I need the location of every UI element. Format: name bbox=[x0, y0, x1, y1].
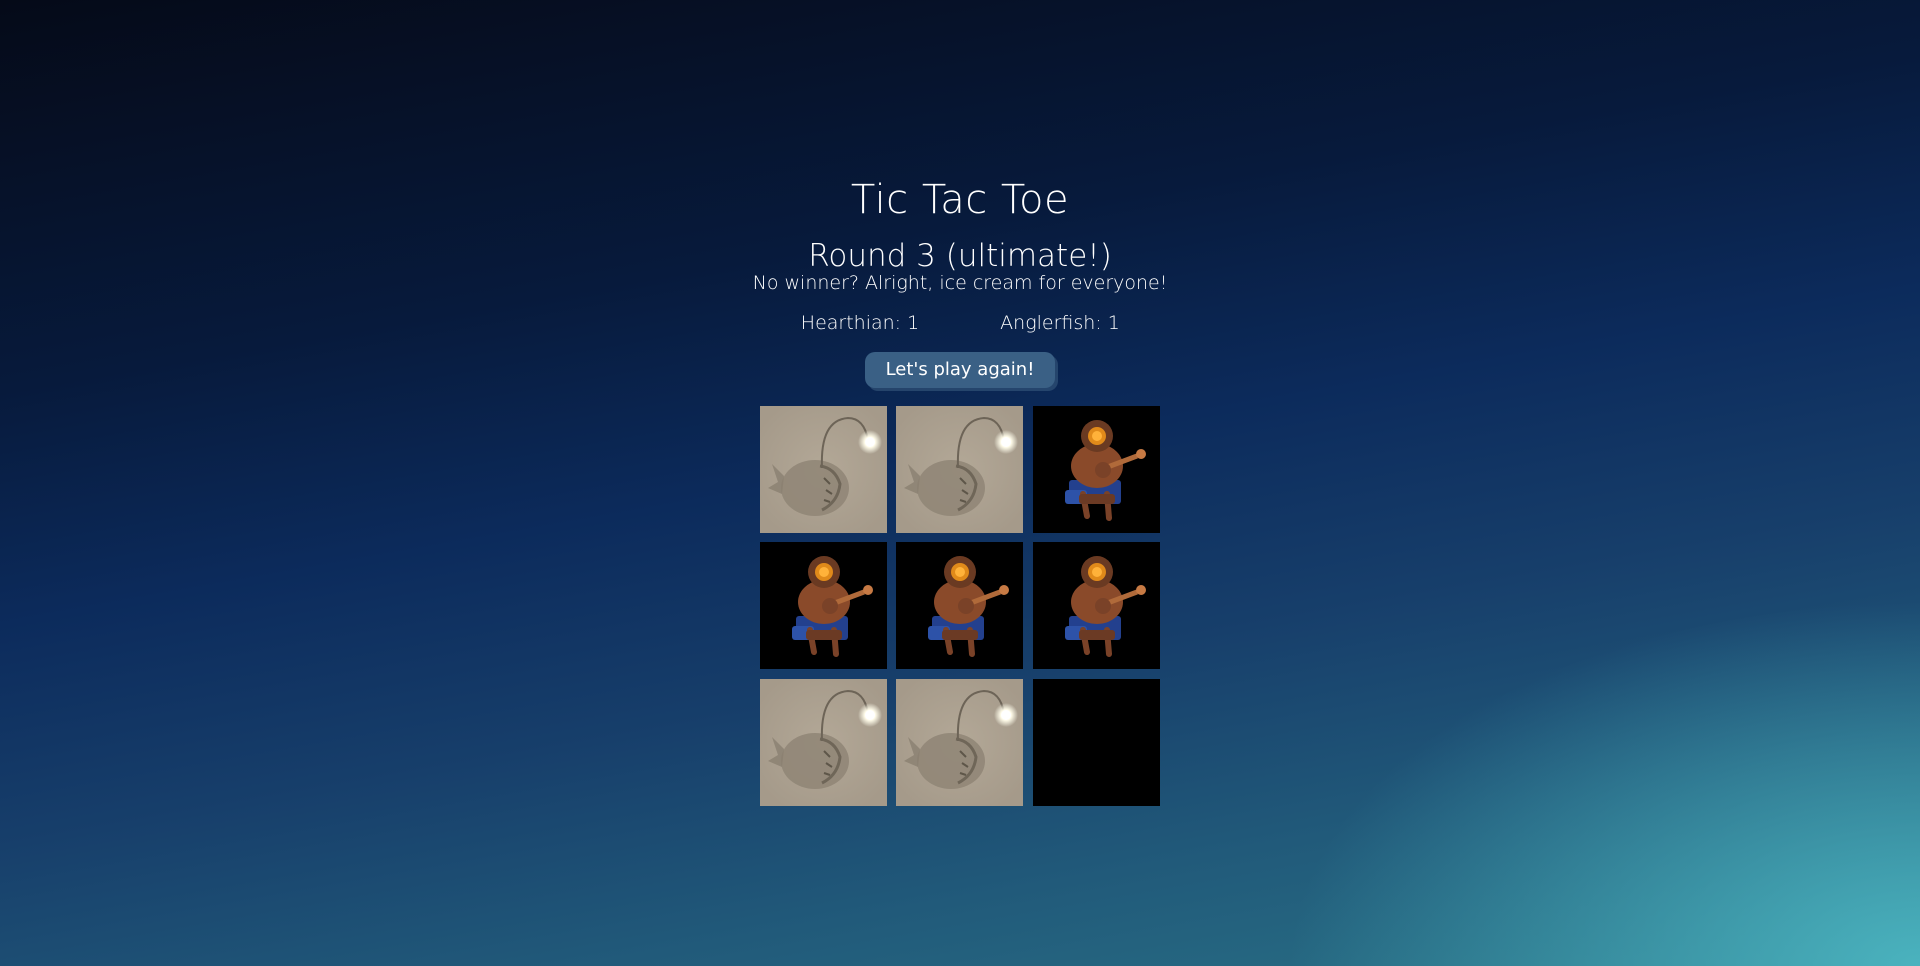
board-cell-2[interactable] bbox=[896, 406, 1023, 533]
status-message: No winner? Alright, ice cream for everyo… bbox=[752, 272, 1168, 294]
hearthian-icon bbox=[896, 542, 1023, 669]
board-cell-7[interactable] bbox=[760, 679, 887, 806]
game-board bbox=[760, 406, 1160, 806]
hearthian-icon bbox=[1033, 406, 1160, 533]
anglerfish-icon bbox=[896, 679, 1023, 806]
anglerfish-icon bbox=[760, 679, 887, 806]
board-cell-4[interactable] bbox=[760, 542, 887, 669]
board-cell-1[interactable] bbox=[760, 406, 887, 533]
board-cell-5[interactable] bbox=[896, 542, 1023, 669]
anglerfish-icon bbox=[896, 406, 1023, 533]
board-cell-3[interactable] bbox=[1033, 406, 1160, 533]
game-title: Tic Tac Toe bbox=[850, 177, 1070, 223]
score-hearthian: Hearthian: 1 bbox=[800, 312, 920, 334]
hearthian-icon bbox=[1033, 542, 1160, 669]
score-anglerfish: Anglerfish: 1 bbox=[1000, 312, 1120, 334]
hearthian-icon bbox=[760, 542, 887, 669]
anglerfish-icon bbox=[760, 406, 887, 533]
board-cell-9[interactable] bbox=[1033, 679, 1160, 806]
board-cell-8[interactable] bbox=[896, 679, 1023, 806]
play-again-button[interactable]: Let's play again! bbox=[865, 352, 1055, 388]
board-cell-6[interactable] bbox=[1033, 542, 1160, 669]
